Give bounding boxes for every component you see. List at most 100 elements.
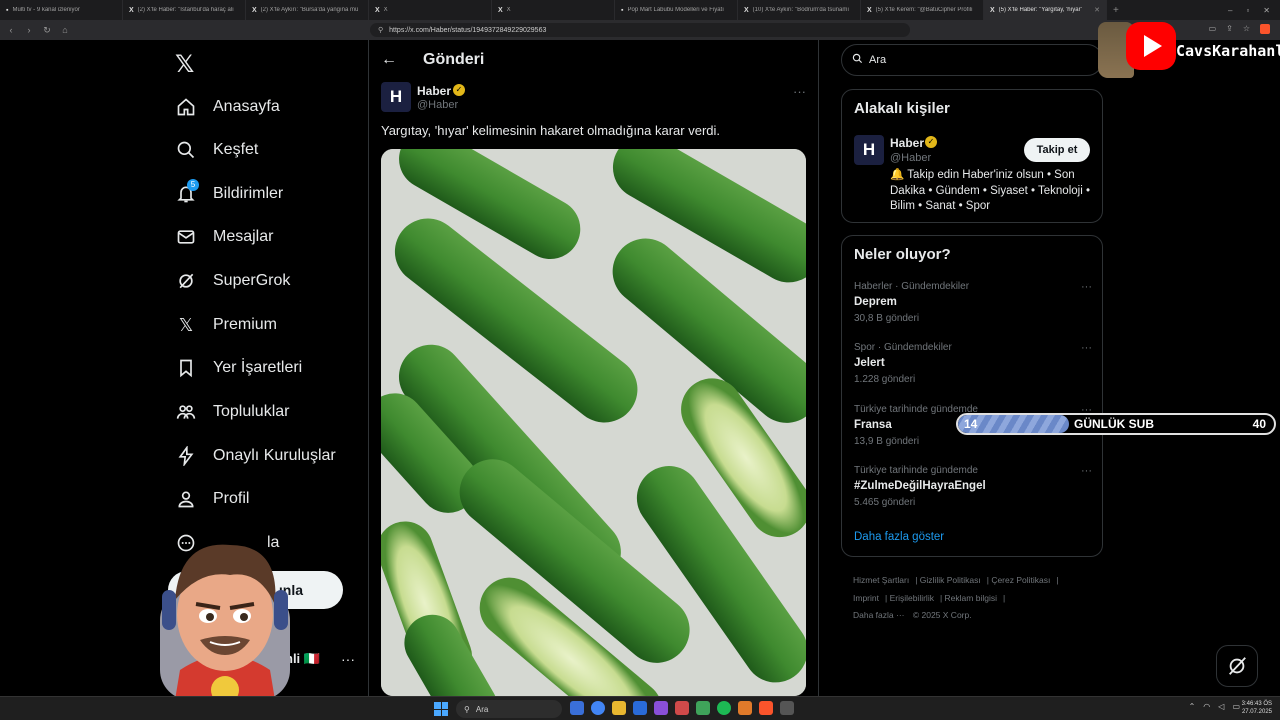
url-field[interactable]: ⚲ https://x.com/Haber/status/19493728492… [370,23,910,37]
taskbar-clock[interactable]: 3:46:43 ÖS 27.07.2025 [1242,700,1272,716]
footer-link[interactable]: Imprint [853,593,879,603]
more-dots-icon[interactable]: ··· [341,651,355,667]
sidebar-item-verified-orgs[interactable]: Onaylı Kuruluşlar [175,441,336,471]
trends-panel: Neler oluyor? Haberler · Gündemdekiler D… [841,235,1103,557]
browser-tab-strip: ▪ Multi tv - 9 kanal izleniyor X (2) X'te … [0,0,1280,20]
post-author-row: H Haber ✓ @Haber ··· [381,82,808,114]
sidebar-item-explore[interactable]: Keşfet [175,135,258,165]
minimize-icon[interactable]: – [1228,6,1232,15]
new-tab-icon[interactable]: + [1107,5,1125,16]
volume-icon[interactable]: ◁ [1218,702,1224,711]
browser-tab[interactable]: XX [492,0,615,20]
battery-icon[interactable]: ▭ [1232,702,1240,711]
more-dots-icon[interactable]: ··· [1081,465,1092,477]
trend-item[interactable]: Spor · Gündemdekiler Jelert 1.228 gönder… [854,342,1092,388]
close-window-icon[interactable]: ✕ [1263,6,1270,15]
sub-goal-label: GÜNLÜK SUB [1074,417,1154,431]
browser-tab-active[interactable]: X (5) X'te Haber: "Yargıtay, 'hıyar' ✕ [984,0,1107,20]
taskbar-app-icon[interactable] [696,701,710,715]
tab-title: (2) X'te Aykırı: "Bursa'da yangına mü [260,7,359,13]
browser-tab[interactable]: ▪ Multi tv - 9 kanal izleniyor [0,0,123,20]
back-icon[interactable]: ‹ [6,25,16,35]
follow-button[interactable]: Takip et [1024,138,1090,162]
brave-shields-icon[interactable] [1260,24,1270,34]
edge-icon[interactable] [633,701,647,715]
x-favicon-icon: X [867,6,872,14]
bookmark-page-icon[interactable]: ☆ [1243,24,1250,34]
browser-tab[interactable]: ▪ Pop Mart Labubu Modelleri ve Fiyatı [615,0,738,20]
share-icon[interactable]: ⇪ [1226,24,1233,34]
footer-link[interactable]: Reklam bilgisi [945,593,997,603]
footer-more-link[interactable]: Daha fazla ··· [853,610,905,620]
chevron-up-icon[interactable]: ⌃ [1189,702,1196,711]
trend-name: Fransa [854,419,892,431]
reload-icon[interactable]: ↻ [42,25,52,36]
author-name[interactable]: Haber [417,84,451,98]
trend-meta: Spor · Gündemdekiler [854,342,952,353]
browser-tab[interactable]: X (5) X'te Kerem: "@BatuCipher Profili [861,0,984,20]
home-icon[interactable]: ⌂ [60,25,70,35]
x-icon: 𝕏 [178,314,194,335]
forward-icon[interactable]: › [24,25,34,35]
browser-tab[interactable]: X (10) X'te Aykırı: "Bodrum'da tsunamı [738,0,861,20]
browser-tab[interactable]: X (2) X'te Haber: "İstanbul'da haraç alı [123,0,246,20]
show-more-link[interactable]: Daha fazla göster [854,531,944,543]
back-arrow-icon[interactable]: ← [381,51,397,69]
author-avatar[interactable]: H [381,82,411,112]
sidebar-item-communities[interactable]: Topluluklar [175,397,289,427]
follow-button-label: Takip et [1036,144,1078,156]
x-logo-icon[interactable]: 𝕏 [175,50,194,79]
browser-tab[interactable]: XX [369,0,492,20]
footer-link[interactable]: Gizlilik Politikası [920,575,981,585]
copyright: © 2025 X Corp. [912,610,972,620]
taskbar-app-icon[interactable] [675,701,689,715]
daily-sub-goal-bar: 14 GÜNLÜK SUB 40 [956,413,1276,435]
sidebar-item-home[interactable]: Anasayfa [175,92,280,122]
sidebar-item-label: Profil [213,490,250,507]
discord-icon[interactable] [654,701,668,715]
related-name[interactable]: Haber [890,136,924,150]
author-handle[interactable]: @Haber [417,99,458,111]
related-handle[interactable]: @Haber [890,152,931,164]
sidebar-item-bookmarks[interactable]: Yer İşaretleri [175,353,302,383]
sidebar-item-messages[interactable]: Mesajlar [175,222,273,252]
network-icon[interactable]: ◠ [1203,702,1210,711]
close-tab-icon[interactable]: ✕ [1094,6,1100,14]
brave-icon[interactable] [759,701,773,715]
search-input[interactable] [869,54,1069,66]
trend-item[interactable]: Haberler · Gündemdekiler Deprem 30,8 B g… [854,281,1092,327]
x-favicon-icon: X [498,6,503,14]
post-image[interactable] [381,149,806,696]
grok-floating-button[interactable] [1216,645,1258,687]
sidebar-item-profile[interactable]: Profil [175,484,249,514]
trend-count: 30,8 B gönderi [854,313,920,324]
taskbar-app-icon[interactable] [780,701,794,715]
taskbar-app-icon[interactable] [738,701,752,715]
more-dots-icon[interactable]: ··· [1081,281,1092,293]
trend-item[interactable]: Türkiye tarihinde gündemde #ZulmeDeğilHa… [854,465,1092,511]
search-icon [175,139,197,161]
taskbar-search[interactable]: ⚲ Ara [456,700,562,718]
file-explorer-icon[interactable] [612,701,626,715]
verified-badge-icon: ✓ [925,136,937,148]
sidebar-item-supergrok[interactable]: SuperGrok [175,266,290,296]
more-dots-icon[interactable]: ··· [1081,342,1092,354]
spotify-icon[interactable] [717,701,731,715]
taskbar-app-icon[interactable] [570,701,584,715]
footer-link[interactable]: Çerez Politikası [991,575,1050,585]
start-button-icon[interactable] [434,702,448,716]
search-field[interactable] [841,44,1103,76]
sidebar-item-notifications[interactable]: 5 Bildirimler [175,179,283,209]
related-avatar[interactable]: H [854,135,884,165]
more-dots-icon[interactable]: ··· [793,84,806,99]
lightning-icon [175,445,197,467]
install-icon[interactable]: ▭ [1209,24,1217,34]
browser-tab[interactable]: X (2) X'te Aykırı: "Bursa'da yangına mü [246,0,369,20]
chrome-icon[interactable] [591,701,605,715]
footer-link[interactable]: Hizmet Şartları [853,575,909,585]
grok-icon [175,270,197,292]
sidebar-item-premium[interactable]: 𝕏 Premium [175,310,277,340]
maximize-icon[interactable]: ▫ [1246,6,1249,15]
footer-link[interactable]: Erişilebilirlik [890,593,934,603]
site-info-icon[interactable]: ⚲ [378,26,383,34]
